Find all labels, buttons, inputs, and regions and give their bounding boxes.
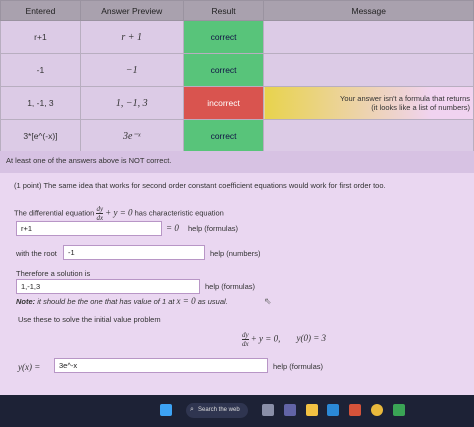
note-math: x = 0 xyxy=(176,296,196,306)
message-cell xyxy=(263,20,474,54)
result-cell: correct xyxy=(182,119,265,153)
de-rest: + y = 0 xyxy=(105,207,133,218)
mouse-cursor-icon: ⇖ xyxy=(264,296,272,306)
note-end: as usual. xyxy=(197,297,228,306)
ivp-frac-num: dy xyxy=(242,331,249,340)
help-formulas-link[interactable]: help (formulas) xyxy=(188,224,238,233)
table-row: 1, -1, 3 1, −1, 3 incorrect Your answer … xyxy=(0,86,474,120)
ivp-initial-condition: y(0) = 3 xyxy=(296,333,327,344)
message-cell xyxy=(263,53,474,87)
message-cell: Your answer isn't a formula that returns… xyxy=(263,86,474,120)
store-icon[interactable] xyxy=(349,404,361,416)
de-frac-num: dy xyxy=(96,205,104,214)
file-explorer-icon[interactable] xyxy=(306,404,318,416)
header-entered: Entered xyxy=(0,0,81,21)
ivp-fraction: dy dx xyxy=(242,331,249,348)
y-input[interactable]: 3e^-x xyxy=(54,358,268,373)
note-text: it should be the one that has value of 1… xyxy=(37,297,175,306)
table-row: r+1 r + 1 correct xyxy=(0,20,474,54)
entered-cell: r+1 xyxy=(0,20,81,54)
solution-input[interactable]: 1,-1,3 xyxy=(16,279,200,294)
header-result: Result xyxy=(182,0,265,21)
incorrect-alert: At least one of the answers above is NOT… xyxy=(0,151,474,173)
ivp-equation: dy dx + y = 0, y(0) = 3 xyxy=(242,331,326,348)
root-label: with the root xyxy=(16,249,57,258)
windows-icon[interactable] xyxy=(160,404,172,416)
taskbar: ⌕ Search the web xyxy=(0,395,474,427)
preview-cell: r + 1 xyxy=(79,20,184,54)
entered-cell: 1, -1, 3 xyxy=(0,86,81,120)
message-line-2: (it looks like a list of numbers) xyxy=(371,103,470,112)
preview-cell: 1, −1, 3 xyxy=(79,86,184,120)
chrome-icon[interactable] xyxy=(371,404,383,416)
preview-cell: 3e⁻ˣ xyxy=(79,119,184,153)
teams-icon[interactable] xyxy=(284,404,296,416)
message-line-1: Your answer isn't a formula that returns xyxy=(340,94,470,103)
solution-label: Therefore a solution is xyxy=(16,269,91,278)
ivp-frac-den: dx xyxy=(242,340,249,348)
taskbar-search[interactable]: ⌕ Search the web xyxy=(186,403,248,418)
de-fraction: dy dx xyxy=(96,205,104,222)
search-icon: ⌕ xyxy=(190,406,194,413)
help-formulas-link-3[interactable]: help (formulas) xyxy=(273,362,323,371)
result-cell: correct xyxy=(182,53,265,87)
problem-panel: (1 point) The same idea that works for s… xyxy=(0,173,474,395)
table-row: -1 −1 correct xyxy=(0,53,474,87)
message-cell xyxy=(263,119,474,153)
entered-cell: -1 xyxy=(0,53,81,87)
de-statement: The differential equation dy dx + y = 0 … xyxy=(14,205,224,222)
note: Note: it should be the one that has valu… xyxy=(16,296,228,306)
root-input[interactable]: -1 xyxy=(63,245,205,260)
result-cell: incorrect xyxy=(182,86,265,120)
search-label: Search the web xyxy=(198,407,240,413)
char-eq-suffix: = 0 xyxy=(166,223,179,233)
header-message: Message xyxy=(263,0,474,21)
problem-intro: (1 point) The same idea that works for s… xyxy=(14,181,386,190)
task-view-icon[interactable] xyxy=(262,404,274,416)
y-label: y(x) = xyxy=(18,362,41,372)
de-prefix: The differential equation xyxy=(14,208,95,218)
help-numbers-link[interactable]: help (numbers) xyxy=(210,249,260,258)
ivp-eq: + y = 0, xyxy=(250,333,281,344)
edge-icon[interactable] xyxy=(327,404,339,416)
de-suffix: has characteristic equation xyxy=(134,208,224,218)
table-row: 3*[e^(-x)] 3e⁻ˣ correct xyxy=(0,119,474,153)
entered-cell: 3*[e^(-x)] xyxy=(0,119,81,153)
note-bold: Note: xyxy=(16,297,36,306)
header-answer-preview: Answer Preview xyxy=(79,0,184,21)
help-formulas-link-2[interactable]: help (formulas) xyxy=(205,282,255,291)
characteristic-input[interactable]: r+1 xyxy=(16,221,162,236)
result-cell: correct xyxy=(182,20,265,54)
app-icon[interactable] xyxy=(393,404,405,416)
preview-cell: −1 xyxy=(79,53,184,87)
results-table: Entered Answer Preview Result Message r+… xyxy=(0,0,474,153)
ivp-label: Use these to solve the initial value pro… xyxy=(18,315,161,324)
